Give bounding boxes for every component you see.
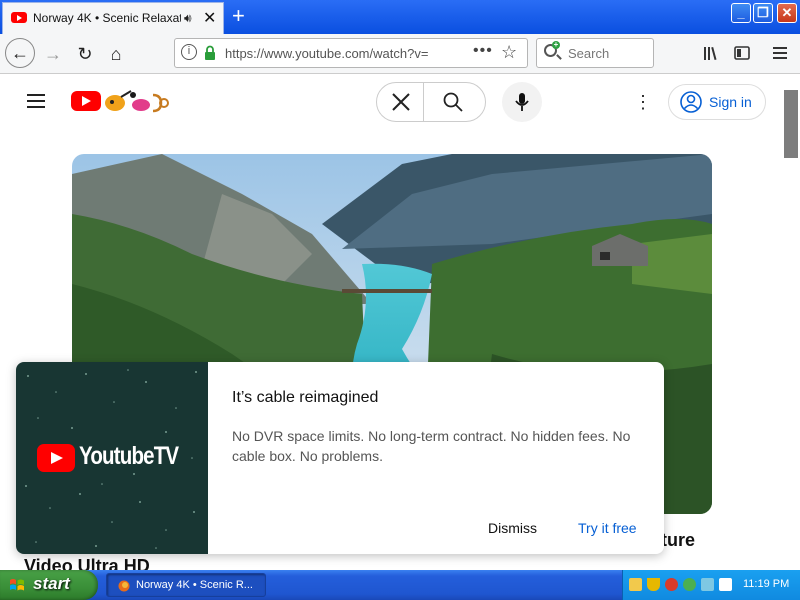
settings-kebab-icon[interactable]: ⋮ <box>634 92 652 112</box>
status-tray-icon[interactable] <box>683 578 696 591</box>
voice-search-button[interactable] <box>502 82 542 122</box>
tab-title: Norway 4K • Scenic Relaxation <box>33 11 181 25</box>
account-icon <box>680 91 702 113</box>
browser-search-box[interactable]: + Search <box>536 38 654 68</box>
search-divider <box>423 83 424 121</box>
youtube-favicon-icon <box>11 12 27 23</box>
bookmark-star-icon[interactable]: ☆ <box>501 42 517 63</box>
microphone-icon <box>515 93 529 111</box>
alert-tray-icon[interactable] <box>665 578 678 591</box>
back-arrow-icon[interactable]: ← <box>5 38 35 68</box>
sidebar-toggle-icon[interactable] <box>734 45 750 61</box>
info-icon[interactable]: i <box>181 44 197 60</box>
browser-tab[interactable]: Norway 4K • Scenic Relaxation 🔊︎ ✕ <box>2 2 224 34</box>
youtube-tv-play-icon <box>37 444 75 472</box>
reload-icon[interactable]: ↻ <box>72 41 98 67</box>
search-placeholder: Search <box>568 46 610 61</box>
dismiss-button[interactable]: Dismiss <box>488 520 537 536</box>
maximize-window-button[interactable]: ❐ <box>753 3 773 23</box>
network-tray-icon[interactable] <box>629 578 642 591</box>
taskbar-window-button[interactable]: Norway 4K • Scenic R... <box>106 573 266 597</box>
address-bar[interactable]: i https://www.youtube.com/watch?v= ••• ☆ <box>174 38 528 68</box>
sign-in-label: Sign in <box>709 94 752 110</box>
minimize-window-button[interactable]: _ <box>731 3 751 23</box>
youtube-logo-icon[interactable] <box>71 91 101 111</box>
update-tray-icon[interactable] <box>701 578 714 591</box>
promo-body: No DVR space limits. No long-term contra… <box>232 428 631 464</box>
start-button[interactable]: start <box>0 570 98 600</box>
taskbar: start Norway 4K • Scenic R... 11:19 PM <box>0 570 800 600</box>
promo-heading: It’s cable reimagined <box>232 389 379 406</box>
add-search-engine-icon: + <box>552 40 560 49</box>
firefox-task-icon <box>118 580 130 592</box>
close-tab-icon[interactable]: ✕ <box>203 8 216 28</box>
new-tab-button[interactable]: + <box>232 3 245 29</box>
start-label: start <box>33 574 70 593</box>
system-tray: 11:19 PM <box>622 570 800 600</box>
volume-tray-icon[interactable] <box>719 578 732 591</box>
clear-search-icon[interactable] <box>391 92 411 112</box>
home-icon[interactable]: ⌂ <box>103 41 129 67</box>
library-icon[interactable] <box>703 45 719 61</box>
guide-menu-icon[interactable] <box>27 94 45 108</box>
sign-in-button[interactable]: Sign in <box>668 84 766 120</box>
url-text: https://www.youtube.com/watch?v= <box>225 46 429 61</box>
youtube-tv-promo-dialog: YoutubeTV It’s cable reimagined No DVR s… <box>16 362 664 554</box>
browser-tab-strip: Norway 4K • Scenic Relaxation 🔊︎ ✕ + _ ❐… <box>0 0 800 34</box>
windows-flag-icon <box>10 579 24 591</box>
search-icon[interactable] <box>443 92 463 112</box>
youtube-tv-logo-text: YoutubeTV <box>79 442 179 470</box>
lock-icon <box>205 45 215 60</box>
youtube-search-pill[interactable] <box>376 82 486 122</box>
promo-image: YoutubeTV <box>16 362 208 554</box>
security-shield-icon[interactable] <box>647 578 660 591</box>
try-it-free-button[interactable]: Try it free <box>578 520 637 536</box>
browser-toolbar: ← → ↻ ⌂ i https://www.youtube.com/watch?… <box>0 34 800 74</box>
speaker-icon[interactable]: 🔊︎ <box>184 11 192 26</box>
page-scrollbar-thumb[interactable] <box>784 90 798 158</box>
doodle-logo[interactable] <box>103 89 173 115</box>
forward-arrow-icon[interactable]: → <box>40 41 66 67</box>
clock[interactable]: 11:19 PM <box>743 578 789 590</box>
hamburger-menu-icon[interactable] <box>772 46 788 60</box>
taskbar-window-label: Norway 4K • Scenic R... <box>136 579 253 591</box>
more-actions-icon[interactable]: ••• <box>473 42 493 60</box>
close-window-button[interactable]: ✕ <box>777 3 797 23</box>
